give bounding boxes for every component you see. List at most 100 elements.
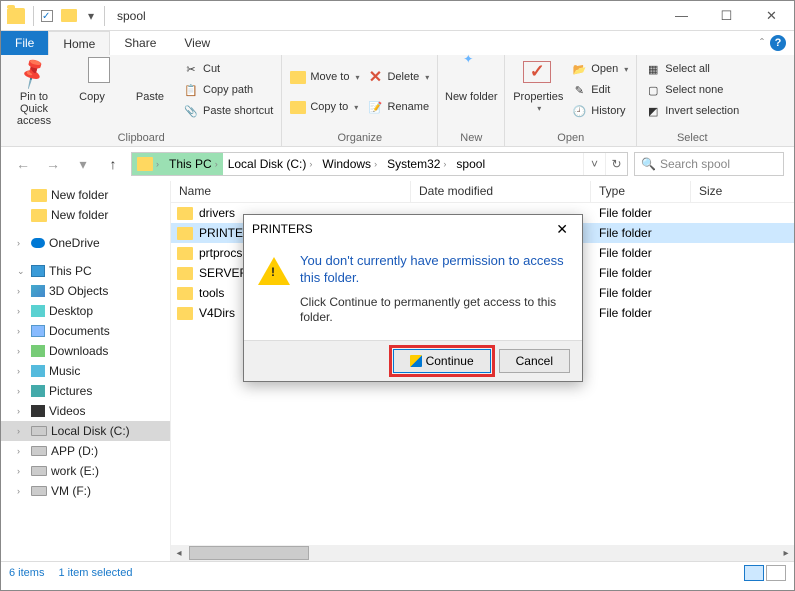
group-label: Organize xyxy=(288,131,431,146)
continue-button[interactable]: Continue xyxy=(393,349,491,373)
open-button[interactable]: 📂Open xyxy=(569,59,630,79)
close-button[interactable]: ✕ xyxy=(749,1,794,31)
status-count: 6 items xyxy=(9,567,44,579)
tree-item[interactable]: ›3D Objects xyxy=(1,281,170,301)
paste-shortcut-button[interactable]: 📎Paste shortcut xyxy=(181,101,275,121)
tree-item[interactable]: ›Videos xyxy=(1,401,170,421)
properties-button[interactable]: ✓Properties xyxy=(511,57,565,114)
tab-file[interactable]: File xyxy=(1,31,48,55)
copy-path-button[interactable]: 📋Copy path xyxy=(181,80,275,100)
label: History xyxy=(591,105,625,117)
label: Select none xyxy=(665,84,723,96)
label: Paste shortcut xyxy=(203,105,273,117)
horizontal-scrollbar[interactable]: ◂▸ xyxy=(171,545,794,561)
separator xyxy=(33,6,34,26)
separator xyxy=(104,6,105,26)
label: Rename xyxy=(387,101,429,113)
ribbon: 📌Pin to Quick access Copy Paste ✂Cut 📋Co… xyxy=(1,55,794,147)
breadcrumb-seg[interactable]: System32 xyxy=(387,157,440,171)
folder-icon xyxy=(137,157,153,171)
label: Copy path xyxy=(203,84,253,96)
copy-to-button[interactable]: Copy to xyxy=(288,97,361,117)
invert-selection-button[interactable]: ◩Invert selection xyxy=(643,101,741,121)
tree-item[interactable]: New folder xyxy=(1,205,170,225)
new-folder-button[interactable]: New folder xyxy=(444,57,498,103)
recent-locations-button[interactable]: ▾ xyxy=(71,152,95,176)
edit-button[interactable]: ✎Edit xyxy=(569,80,630,100)
tree-item[interactable]: ›OneDrive xyxy=(1,233,170,253)
select-all-button[interactable]: ▦Select all xyxy=(643,59,741,79)
delete-button[interactable]: ✕Delete xyxy=(365,67,431,87)
maximize-button[interactable]: ☐ xyxy=(704,1,749,31)
scroll-thumb[interactable] xyxy=(189,546,309,560)
label: Move to xyxy=(310,71,349,83)
label: New folder xyxy=(445,91,498,103)
tree-item[interactable]: ›Music xyxy=(1,361,170,381)
breadcrumb-seg[interactable]: Windows xyxy=(322,157,371,171)
label: Cut xyxy=(203,63,220,75)
status-bar: 6 items 1 item selected xyxy=(1,561,794,583)
move-to-button[interactable]: Move to xyxy=(288,67,361,87)
large-icons-view-button[interactable] xyxy=(766,565,786,581)
tree-item[interactable]: ›work (E:) xyxy=(1,461,170,481)
search-input[interactable]: 🔍Search spool xyxy=(634,152,784,176)
history-button[interactable]: 🕘History xyxy=(569,101,630,121)
tree-item[interactable]: New folder xyxy=(1,185,170,205)
nav-tree[interactable]: New folderNew folder ›OneDrive ⌄This PC›3D… xyxy=(1,181,171,561)
cut-button[interactable]: ✂Cut xyxy=(181,59,275,79)
forward-button[interactable]: → xyxy=(41,152,65,176)
help-icon[interactable]: ? xyxy=(770,35,786,51)
label: Delete xyxy=(387,71,419,83)
tab-view[interactable]: View xyxy=(170,31,224,55)
collapse-ribbon-icon[interactable]: ˆ xyxy=(760,36,764,50)
select-none-button[interactable]: ▢Select none xyxy=(643,80,741,100)
group-label: Open xyxy=(511,131,630,146)
col-name[interactable]: Name xyxy=(171,181,411,202)
refresh-button[interactable]: ↻ xyxy=(605,153,627,175)
up-button[interactable]: ↑ xyxy=(101,152,125,176)
tab-share[interactable]: Share xyxy=(110,31,170,55)
cancel-button[interactable]: Cancel xyxy=(499,349,570,373)
breadcrumb-seg[interactable]: Local Disk (C:) xyxy=(228,157,307,171)
tree-item[interactable]: ›APP (D:) xyxy=(1,441,170,461)
tree-item[interactable]: ›VM (F:) xyxy=(1,481,170,501)
search-icon: 🔍 xyxy=(641,157,656,171)
shield-icon xyxy=(410,355,422,367)
breadcrumb-seg[interactable]: This PC xyxy=(169,157,212,171)
tree-item[interactable]: ›Documents xyxy=(1,321,170,341)
group-label: New xyxy=(444,131,498,146)
tree-item[interactable]: ›Pictures xyxy=(1,381,170,401)
titlebar: ▾ spool — ☐ ✕ xyxy=(1,1,794,31)
qat-properties-icon[interactable] xyxy=(36,5,58,27)
minimize-button[interactable]: — xyxy=(659,1,704,31)
qat-newfolder-icon[interactable] xyxy=(58,5,80,27)
dialog-close-button[interactable]: ✕ xyxy=(550,221,574,238)
group-label: Clipboard xyxy=(7,131,275,146)
dialog-sub-text: Click Continue to permanently get access… xyxy=(300,295,568,326)
back-button[interactable]: ← xyxy=(11,152,35,176)
tree-item[interactable]: ›Downloads xyxy=(1,341,170,361)
col-type[interactable]: Type xyxy=(591,181,691,202)
address-dropdown-button[interactable]: ˅ xyxy=(583,153,605,175)
group-label: Select xyxy=(643,131,741,146)
address-row: ← → ▾ ↑ › This PC› Local Disk (C:)› Wind… xyxy=(1,147,794,181)
tree-item[interactable]: ›Desktop xyxy=(1,301,170,321)
details-view-button[interactable] xyxy=(744,565,764,581)
tree-item[interactable]: ›Local Disk (C:) xyxy=(1,421,170,441)
ribbon-tabs: File Home Share View ˆ ? xyxy=(1,31,794,55)
paste-button[interactable]: Paste xyxy=(123,57,177,103)
dialog-main-text: You don't currently have permission to a… xyxy=(300,253,568,287)
label: Continue xyxy=(426,354,474,368)
tree-item[interactable]: ⌄This PC xyxy=(1,261,170,281)
address-bar[interactable]: › This PC› Local Disk (C:)› Windows› Sys… xyxy=(131,152,628,176)
label: Copy to xyxy=(310,101,348,113)
col-date[interactable]: Date modified xyxy=(411,181,591,202)
col-size[interactable]: Size xyxy=(691,181,771,202)
tab-home[interactable]: Home xyxy=(48,31,110,55)
copy-button[interactable]: Copy xyxy=(65,57,119,103)
pin-to-quick-access-button[interactable]: 📌Pin to Quick access xyxy=(7,57,61,127)
status-selected: 1 item selected xyxy=(58,567,132,579)
breadcrumb-seg[interactable]: spool xyxy=(456,157,485,171)
rename-button[interactable]: 📝Rename xyxy=(365,97,431,117)
qat-dropdown-icon[interactable]: ▾ xyxy=(80,5,102,27)
